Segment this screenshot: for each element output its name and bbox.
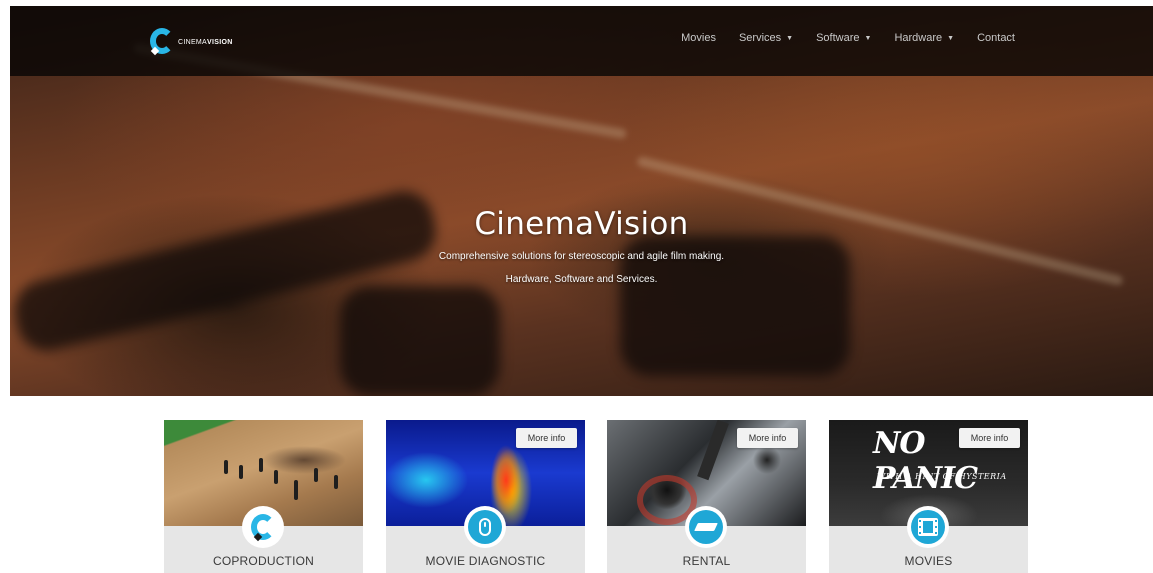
card-movie-diagnostic[interactable]: More info MOVIE DIAGNOSTIC	[386, 420, 585, 573]
nav-item-services[interactable]: Services ▼	[739, 32, 793, 44]
top-navbar: CINEMAVISION Movies Services ▼ Software …	[10, 6, 1153, 76]
cinemavision-logo-icon	[150, 28, 174, 56]
card-icon-badge	[685, 506, 727, 548]
mouse-icon	[468, 510, 502, 544]
caret-down-icon: ▼	[947, 34, 955, 42]
nav-item-software[interactable]: Software ▼	[816, 32, 871, 44]
movie-poster-subtitle: WITH A HINT OF HYSTERIA	[877, 472, 1007, 481]
card-title: COPRODUCTION	[212, 554, 315, 568]
more-info-button[interactable]: More info	[516, 428, 577, 448]
card-icon-badge	[907, 506, 949, 548]
more-info-button[interactable]: More info	[737, 428, 798, 448]
camera-rig-shape	[340, 286, 500, 396]
caret-down-icon: ▼	[864, 34, 872, 42]
hero-tagline: Hardware, Software and Services.	[505, 274, 658, 285]
camera-lens-icon	[689, 510, 723, 544]
more-info-button[interactable]: More info	[959, 428, 1020, 448]
nav-item-hardware[interactable]: Hardware ▼	[894, 32, 954, 44]
card-title: MOVIES	[904, 554, 953, 568]
card-coproduction[interactable]: COPRODUCTION	[164, 420, 363, 573]
brand-name: CINEMAVISION	[178, 38, 233, 46]
card-rental[interactable]: More info RENTAL	[607, 420, 806, 573]
film-strip-icon	[911, 510, 945, 544]
cinemavision-logo-icon	[246, 510, 280, 544]
hero-subtitle: Comprehensive solutions for stereoscopic…	[438, 251, 725, 262]
brand-logo[interactable]: CINEMAVISION	[150, 28, 233, 56]
card-movies[interactable]: NO PANIC WITH A HINT OF HYSTERIA More in…	[829, 420, 1028, 573]
hero-title: CinemaVision	[474, 206, 689, 242]
main-nav: Movies Services ▼ Software ▼ Hardware ▼ …	[681, 32, 1015, 44]
card-title: MOVIE DIAGNOSTIC	[425, 554, 546, 568]
nav-item-movies[interactable]: Movies	[681, 32, 716, 44]
caret-down-icon: ▼	[786, 34, 794, 42]
nav-item-contact[interactable]: Contact	[977, 32, 1015, 44]
card-title: RENTAL	[682, 554, 731, 568]
card-icon-badge	[242, 506, 284, 548]
card-icon-badge	[464, 506, 506, 548]
hero-banner: CINEMAVISION Movies Services ▼ Software …	[10, 6, 1153, 396]
service-cards: COPRODUCTION More info MOVIE DIAGNOSTIC …	[164, 420, 1030, 573]
